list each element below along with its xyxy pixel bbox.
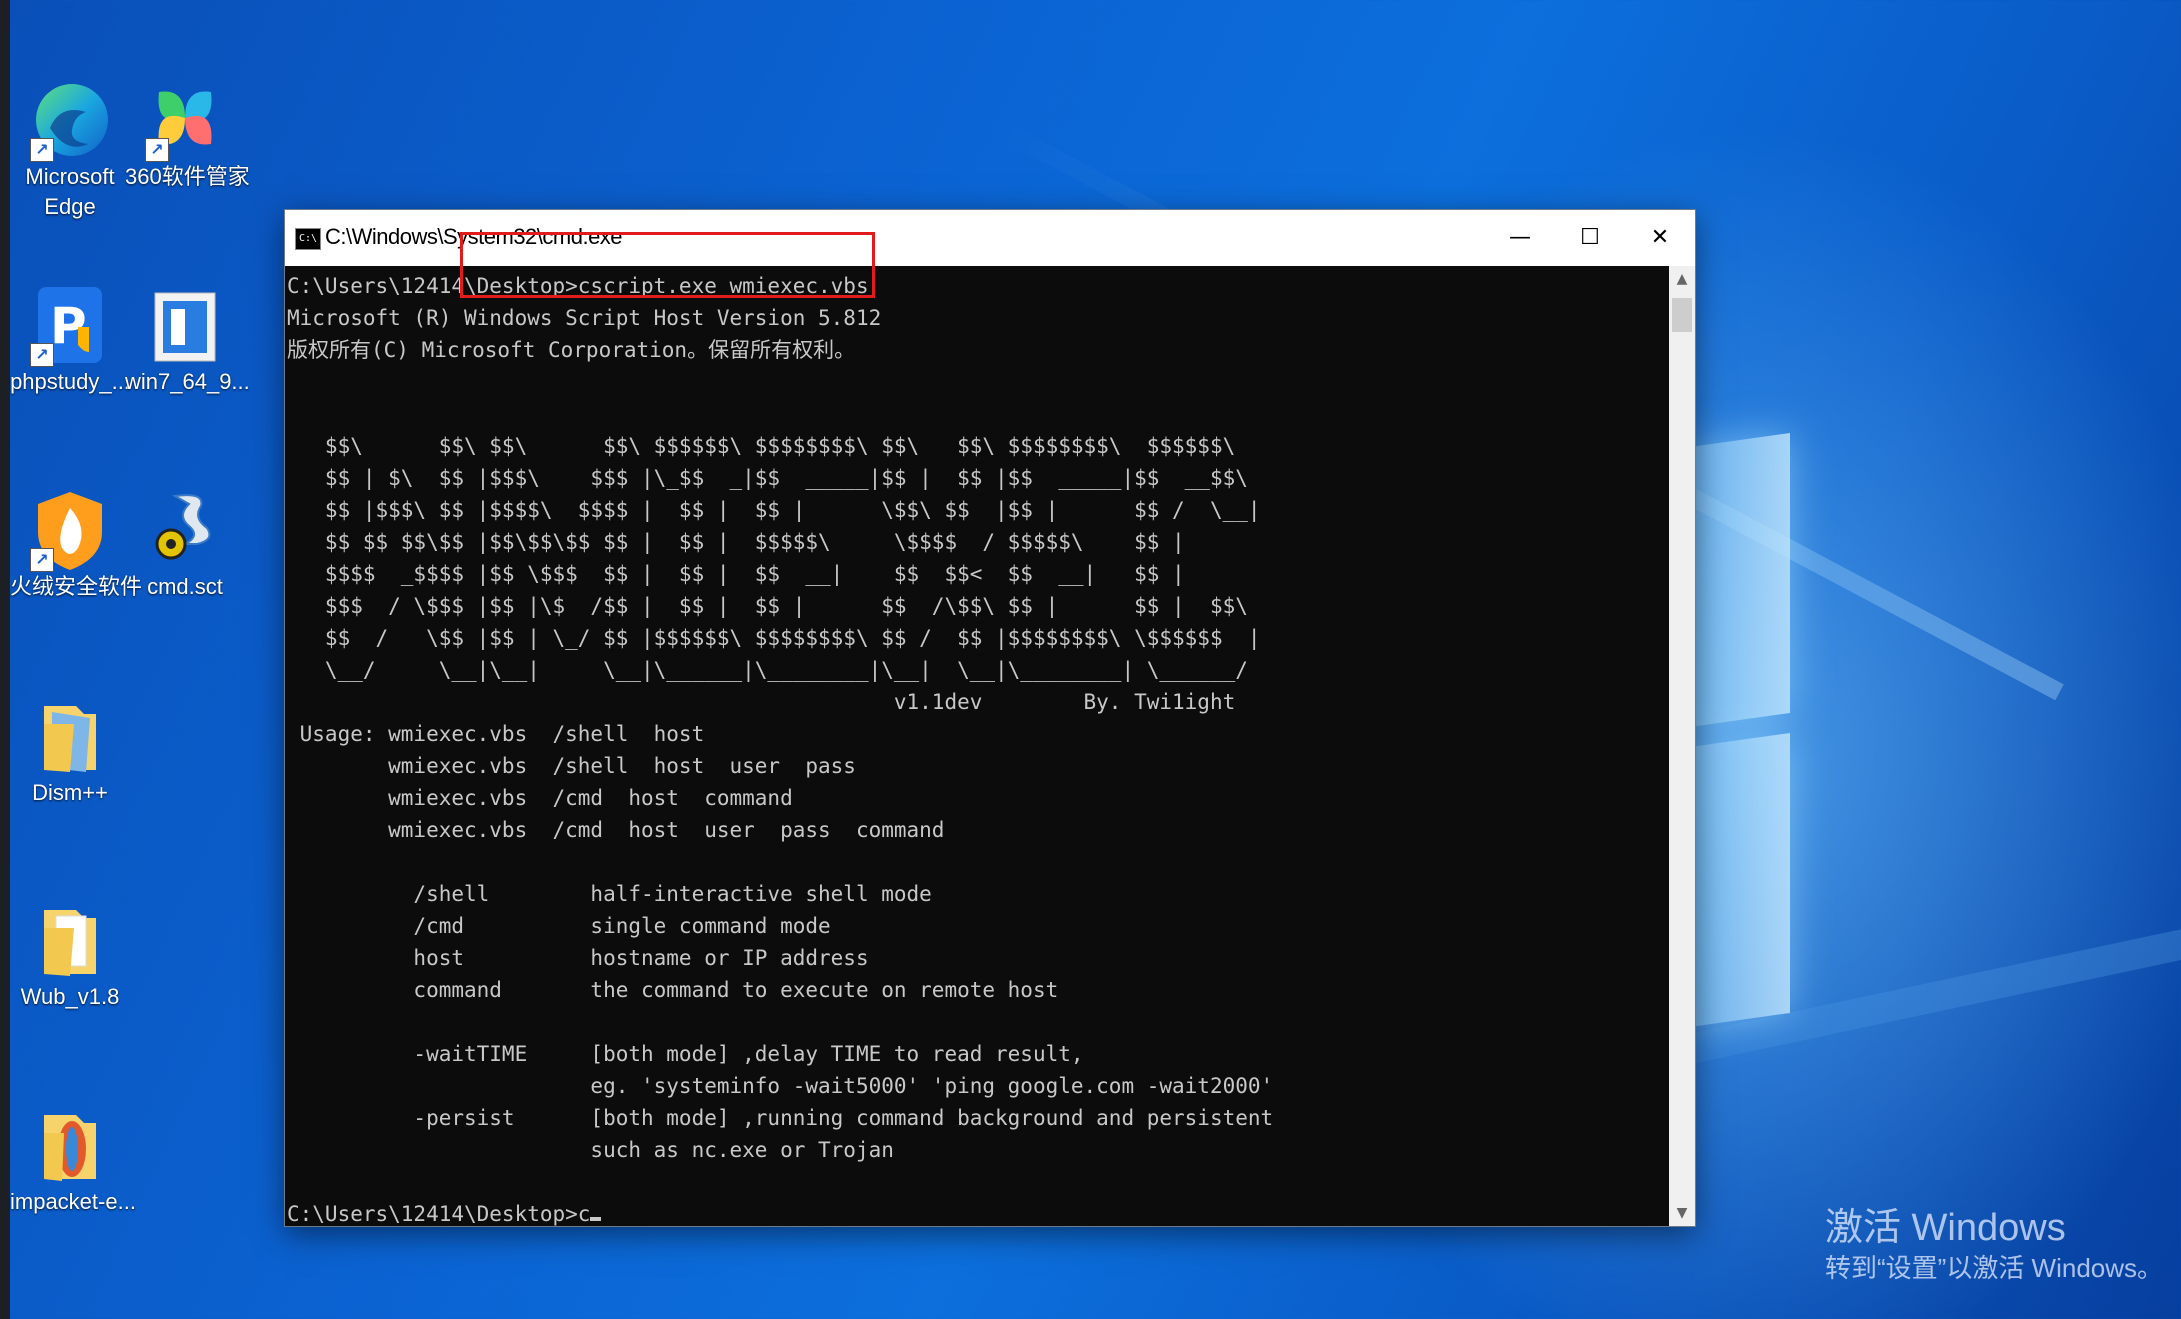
desktop-icon-phpstudy[interactable]: P ↗ phpstudy_... (10, 283, 130, 397)
close-button[interactable]: ✕ (1625, 210, 1695, 266)
wallpaper-windows-logo (1690, 432, 1790, 1028)
cmd-window[interactable]: C:\ C:\Windows\System32\cmd.exe — ☐ ✕ C:… (285, 210, 1695, 1226)
vertical-scrollbar[interactable]: ▲ ▼ (1669, 266, 1695, 1226)
desktop-icon-huorong[interactable]: ↗ 火绒安全软件 (10, 488, 143, 602)
screen-left-edge (0, 0, 10, 1319)
desktop-icon-wub[interactable]: Wub_v1.8 (10, 898, 130, 1012)
desktop-icon-microsoft-edge[interactable]: ↗ Microsoft Edge (10, 78, 130, 222)
desktop-icon-label: phpstudy_... (10, 369, 130, 394)
desktop-icon-label: impacket-e... (10, 1189, 136, 1214)
phpstudy-icon: P ↗ (30, 283, 110, 367)
red-highlight-box (460, 232, 875, 298)
desktop-icon-win7-iso[interactable]: win7_64_9... (125, 283, 250, 397)
360-software-manager-icon: ↗ (145, 78, 225, 162)
script-file-gear-icon (145, 488, 225, 572)
shortcut-arrow-icon: ↗ (30, 548, 54, 572)
shortcut-arrow-icon: ↗ (145, 138, 169, 162)
shortcut-arrow-icon: ↗ (30, 138, 54, 162)
folder-icon (30, 898, 110, 982)
scroll-up-arrow-icon[interactable]: ▲ (1669, 266, 1695, 292)
desktop-icon-label: Wub_v1.8 (20, 984, 120, 1009)
desktop-icon-label: 360软件管家 (125, 164, 250, 189)
desktop-icon-dism[interactable]: Dism++ (10, 694, 130, 808)
desktop-icon-label: win7_64_9... (125, 369, 250, 394)
activation-title: 激活 Windows (1825, 1207, 2066, 1249)
shortcut-arrow-icon: ↗ (30, 343, 54, 367)
console-output[interactable]: C:\Users\12414\Desktop>cscript.exe wmiex… (285, 266, 1669, 1226)
maximize-button[interactable]: ☐ (1555, 210, 1625, 266)
text-cursor (590, 1217, 602, 1221)
desktop-icon-cmd-sct[interactable]: cmd.sct (125, 488, 245, 602)
folder-icon (30, 1103, 110, 1187)
desktop-icon-label: Microsoft Edge (25, 164, 115, 219)
windows-activation-watermark: 激活 Windows 转到“设置”以激活 Windows。 (1825, 1205, 2163, 1285)
huorong-security-icon: ↗ (30, 488, 110, 572)
minimize-button[interactable]: — (1485, 210, 1555, 266)
desktop-icon-label: 火绒安全软件 (10, 574, 143, 599)
folder-icon (30, 694, 110, 778)
scrollbar-thumb[interactable] (1672, 298, 1692, 332)
scroll-down-arrow-icon[interactable]: ▼ (1669, 1200, 1695, 1226)
disc-image-file-icon (145, 283, 225, 367)
activation-subtitle: 转到“设置”以激活 Windows。 (1825, 1253, 2164, 1283)
desktop-icon-label: Dism++ (32, 780, 108, 805)
desktop-icon-360[interactable]: ↗ 360软件管家 (125, 78, 250, 192)
desktop-icon-label: cmd.sct (147, 574, 223, 599)
desktop-icon-impacket[interactable]: impacket-e... (10, 1103, 136, 1217)
cmd-app-icon[interactable]: C:\ (295, 228, 321, 250)
command-prompt: C:\Users\12414\Desktop>c (287, 1202, 591, 1226)
console-text: C:\Users\12414\Desktop>cscript.exe wmiex… (287, 274, 1274, 1162)
edge-icon: ↗ (30, 78, 110, 162)
